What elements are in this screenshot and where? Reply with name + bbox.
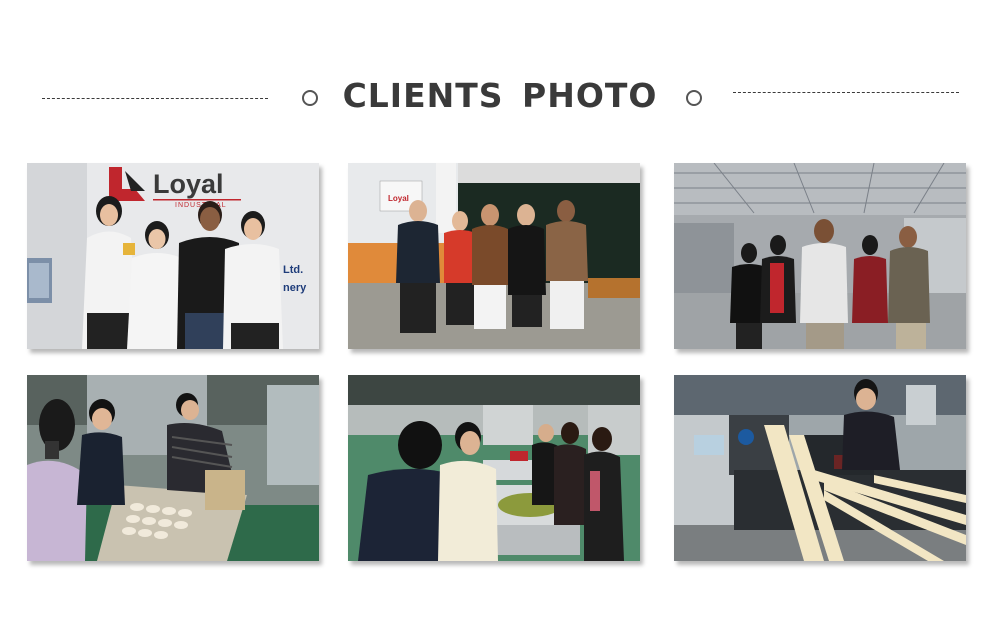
loyal-brand-text: Loyal (153, 169, 224, 199)
client-photo-production-line (348, 375, 640, 561)
client-photo-factory-entrance: Loyal (348, 163, 640, 349)
left-dashed-line (42, 98, 268, 99)
client-photo-showroom: Loyal INDUSTRIAL Ltd. nery (27, 163, 319, 349)
client-photo-strip-machine-image (674, 375, 966, 561)
client-photo-showroom-image: Loyal INDUSTRIAL Ltd. nery (27, 163, 319, 349)
client-photo-production-line-image (348, 375, 640, 561)
right-dashed-line (733, 92, 959, 93)
right-circle-ornament (686, 90, 702, 106)
client-photo-factory-entrance-image: Loyal (348, 163, 640, 349)
client-photo-strip-machine (674, 375, 966, 561)
client-photo-workshop-image (674, 163, 966, 349)
client-photo-workshop (674, 163, 966, 349)
client-photo-product-inspection (27, 375, 319, 561)
factory-sign-text: Loyal (388, 194, 409, 203)
left-circle-ornament (302, 90, 318, 106)
wall-text-ltd: Ltd. (283, 264, 303, 276)
section-header: CLIENTS PHOTO (0, 70, 1000, 130)
page-title: CLIENTS PHOTO (342, 76, 658, 115)
client-photo-product-inspection-image (27, 375, 319, 561)
wall-text-machinery: nery (283, 282, 307, 294)
